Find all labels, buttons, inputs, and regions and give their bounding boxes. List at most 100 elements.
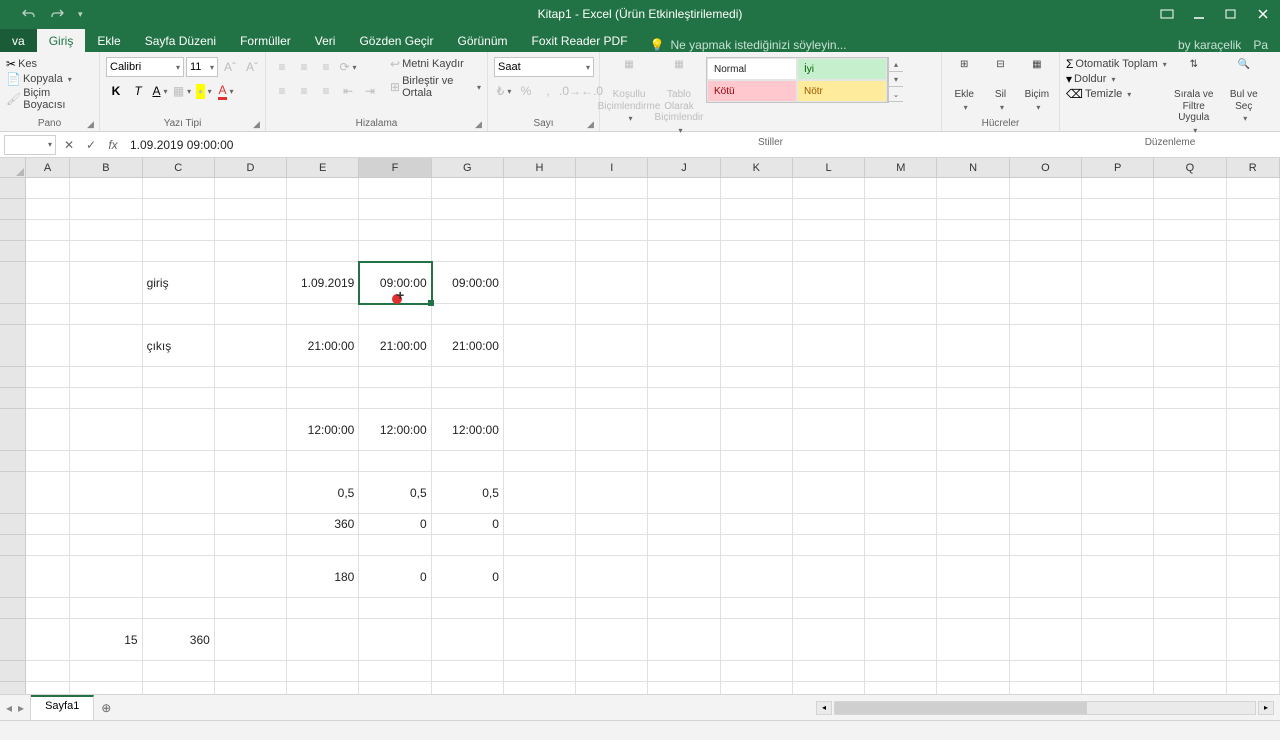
cell-I16[interactable] — [576, 598, 648, 619]
cell-B1[interactable] — [70, 178, 142, 199]
cell-G13[interactable]: 0 — [432, 514, 504, 535]
cell-C7[interactable]: çıkış — [143, 325, 215, 367]
cell-D5[interactable] — [215, 262, 287, 304]
cell-O11[interactable] — [1010, 451, 1082, 472]
sheet-nav[interactable]: ◂▸ — [0, 695, 31, 720]
cell-L1[interactable] — [793, 178, 865, 199]
cell-F4[interactable] — [359, 241, 431, 262]
scroll-left-icon[interactable]: ◂ — [816, 701, 832, 715]
col-header-E[interactable]: E — [287, 158, 359, 178]
cell-K13[interactable] — [721, 514, 793, 535]
sheet-tab-1[interactable]: Sayfa1 — [31, 695, 94, 720]
cell-Q9[interactable] — [1154, 388, 1226, 409]
style-good[interactable]: İyi — [797, 58, 887, 80]
cell-C11[interactable] — [143, 451, 215, 472]
cell-B13[interactable] — [70, 514, 142, 535]
cell-F13[interactable]: 0 — [359, 514, 431, 535]
cell-G16[interactable] — [432, 598, 504, 619]
cell-R5[interactable] — [1227, 262, 1280, 304]
cell-R19[interactable] — [1227, 682, 1280, 694]
cell-M1[interactable] — [865, 178, 937, 199]
cancel-icon[interactable]: ✕ — [58, 134, 80, 156]
cell-N15[interactable] — [937, 556, 1009, 598]
cell-G17[interactable] — [432, 619, 504, 661]
cell-C2[interactable] — [143, 199, 215, 220]
cell-H12[interactable] — [504, 472, 576, 514]
autosum-icon[interactable]: Σ — [1066, 57, 1073, 71]
name-box[interactable]: ▾ — [4, 135, 56, 155]
cell-J10[interactable] — [648, 409, 720, 451]
cell-N6[interactable] — [937, 304, 1009, 325]
delete-cells[interactable]: ⊟Sil▾ — [984, 57, 1016, 112]
cell-Q5[interactable] — [1154, 262, 1226, 304]
cell-H18[interactable] — [504, 661, 576, 682]
cell-B8[interactable] — [70, 367, 142, 388]
row-header-2[interactable] — [0, 199, 26, 220]
cell-I1[interactable] — [576, 178, 648, 199]
cell-J16[interactable] — [648, 598, 720, 619]
cell-E4[interactable] — [287, 241, 359, 262]
cell-B9[interactable] — [70, 388, 142, 409]
cell-N11[interactable] — [937, 451, 1009, 472]
cell-R9[interactable] — [1227, 388, 1280, 409]
sort-filter[interactable]: ⇅Sırala ve Filtre Uygula▾ — [1171, 57, 1217, 135]
cell-O14[interactable] — [1010, 535, 1082, 556]
redo-icon[interactable] — [50, 7, 64, 21]
cell-J3[interactable] — [648, 220, 720, 241]
cell-N9[interactable] — [937, 388, 1009, 409]
cell-E3[interactable] — [287, 220, 359, 241]
find-select[interactable]: 🔍Bul ve Seç▾ — [1221, 57, 1267, 123]
cell-P10[interactable] — [1082, 409, 1154, 451]
cell-P2[interactable] — [1082, 199, 1154, 220]
cell-I7[interactable] — [576, 325, 648, 367]
cell-D8[interactable] — [215, 367, 287, 388]
cell-Q18[interactable] — [1154, 661, 1226, 682]
cell-D19[interactable] — [215, 682, 287, 694]
cell-C1[interactable] — [143, 178, 215, 199]
scroll-right-icon[interactable]: ▸ — [1258, 701, 1274, 715]
cell-L5[interactable] — [793, 262, 865, 304]
cell-P16[interactable] — [1082, 598, 1154, 619]
cell-I11[interactable] — [576, 451, 648, 472]
cell-M13[interactable] — [865, 514, 937, 535]
cell-O5[interactable] — [1010, 262, 1082, 304]
cell-D17[interactable] — [215, 619, 287, 661]
italic-button[interactable]: T — [128, 81, 148, 101]
style-normal[interactable]: Normal — [707, 58, 797, 80]
cell-B6[interactable] — [70, 304, 142, 325]
cell-H16[interactable] — [504, 598, 576, 619]
cell-E13[interactable]: 360 — [287, 514, 359, 535]
cell-H13[interactable] — [504, 514, 576, 535]
cell-H4[interactable] — [504, 241, 576, 262]
cell-G18[interactable] — [432, 661, 504, 682]
cell-R15[interactable] — [1227, 556, 1280, 598]
cell-G4[interactable] — [432, 241, 504, 262]
cell-B17[interactable]: 15 — [70, 619, 142, 661]
cell-M17[interactable] — [865, 619, 937, 661]
cell-C8[interactable] — [143, 367, 215, 388]
row-header-7[interactable] — [0, 325, 26, 367]
cell-O2[interactable] — [1010, 199, 1082, 220]
cell-K10[interactable] — [721, 409, 793, 451]
tab-review[interactable]: Gözden Geçir — [347, 29, 445, 52]
row-header-16[interactable] — [0, 598, 26, 619]
cell-H8[interactable] — [504, 367, 576, 388]
tell-me[interactable]: 💡 Ne yapmak istediğinizi söyleyin... — [650, 38, 847, 52]
cell-K4[interactable] — [721, 241, 793, 262]
cell-L16[interactable] — [793, 598, 865, 619]
cell-B2[interactable] — [70, 199, 142, 220]
cell-A13[interactable] — [26, 514, 71, 535]
font-name[interactable]: Calibri▾ — [106, 57, 184, 77]
cell-D9[interactable] — [215, 388, 287, 409]
cell-P3[interactable] — [1082, 220, 1154, 241]
cell-G8[interactable] — [432, 367, 504, 388]
cell-Q8[interactable] — [1154, 367, 1226, 388]
col-header-M[interactable]: M — [865, 158, 937, 178]
cell-D13[interactable] — [215, 514, 287, 535]
cell-R8[interactable] — [1227, 367, 1280, 388]
cell-H14[interactable] — [504, 535, 576, 556]
grid-rows[interactable]: giriş1.09.201909:00:0009:00:00çıkış21:00… — [0, 178, 1280, 694]
cell-M8[interactable] — [865, 367, 937, 388]
cell-L10[interactable] — [793, 409, 865, 451]
cell-A14[interactable] — [26, 535, 71, 556]
